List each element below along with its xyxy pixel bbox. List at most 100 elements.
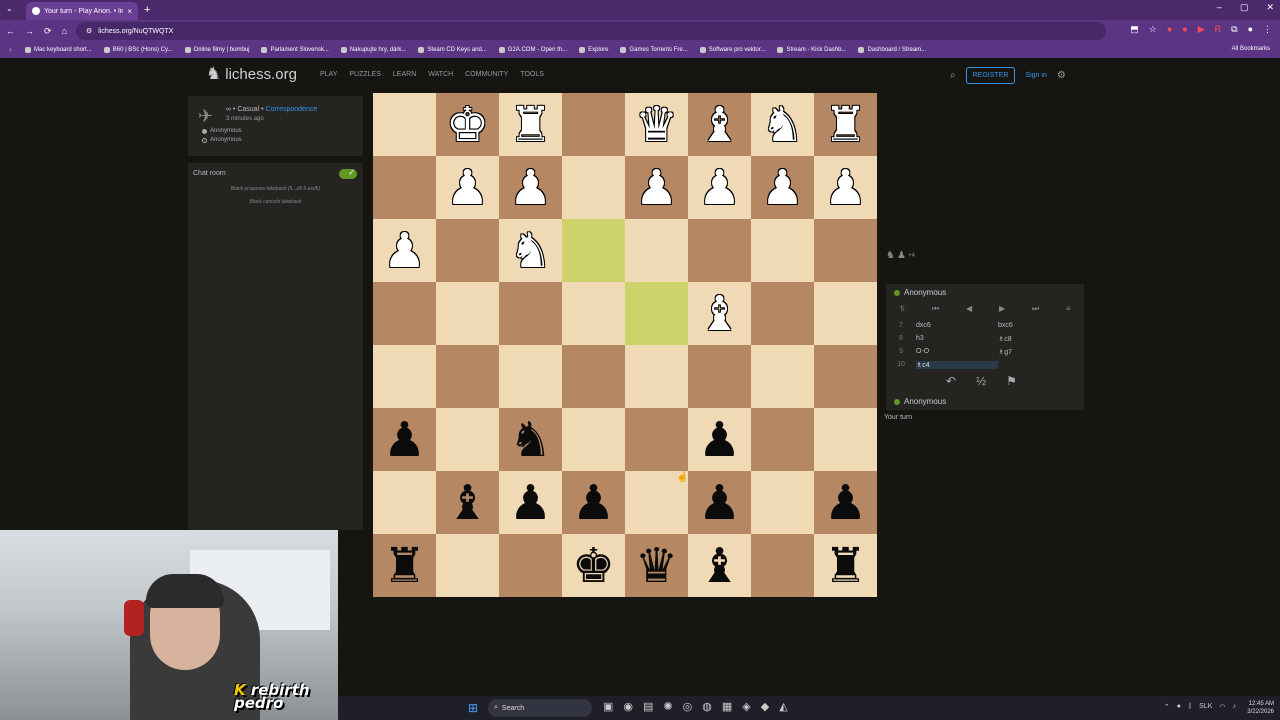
file-explorer-icon[interactable]: ▤ (643, 700, 653, 713)
black-pawn-icon[interactable]: ♟ (509, 479, 552, 527)
close-tab-icon[interactable]: × (127, 7, 132, 16)
home-icon[interactable]: ⌂ (62, 26, 67, 36)
store-icon[interactable]: ▦ (722, 700, 732, 713)
square-d8[interactable]: ♛ (625, 534, 688, 597)
square-b1[interactable]: ♞ (751, 93, 814, 156)
opponent-name[interactable]: Anonymous (894, 288, 946, 297)
move-black[interactable]: bxc6 (998, 322, 1078, 329)
last-move-icon[interactable]: ⏭ (1032, 304, 1039, 318)
square-f2[interactable]: ♟ (499, 156, 562, 219)
new-tab-icon[interactable]: + (144, 4, 150, 16)
square-g1[interactable]: ♚ (436, 93, 499, 156)
browser-tab[interactable]: Your turn - Play Anon. • liches... × (26, 2, 138, 20)
site-logo[interactable]: ♞ lichess.org (206, 64, 297, 84)
game-type-link[interactable]: Correspondence (265, 106, 317, 113)
black-bishop-icon[interactable]: ♝ (446, 479, 489, 527)
move-black[interactable]: ♗c8 (998, 335, 1078, 343)
square-h6[interactable]: ♟ (373, 408, 436, 471)
square-b2[interactable]: ♟ (751, 156, 814, 219)
move-white[interactable]: O-O (916, 348, 998, 355)
nav-tools[interactable]: TOOLS (520, 71, 544, 78)
extension-r-icon[interactable]: R (1215, 24, 1222, 35)
square-f8[interactable] (499, 534, 562, 597)
square-h8[interactable]: ♜ (373, 534, 436, 597)
square-h1[interactable] (373, 93, 436, 156)
square-g7[interactable]: ♝ (436, 471, 499, 534)
menu-icon[interactable]: ≡ (1066, 304, 1071, 318)
bookmark-item[interactable]: Steam CD Keys and... (418, 47, 487, 53)
square-d3[interactable] (625, 219, 688, 282)
square-g6[interactable] (436, 408, 499, 471)
taskbar-clock[interactable]: 12:45 AM 3/22/2026 (1247, 700, 1274, 716)
square-f7[interactable]: ♟ (499, 471, 562, 534)
square-f6[interactable]: ♞ (499, 408, 562, 471)
address-bar[interactable]: ⚙ lichess.org/NuQTWQTX (76, 22, 1106, 40)
square-d6[interactable] (625, 408, 688, 471)
black-rook-icon[interactable]: ♜ (824, 542, 867, 590)
square-f1[interactable]: ♜ (499, 93, 562, 156)
move-white[interactable]: h3 (916, 335, 998, 342)
windows-start-icon[interactable]: ⊞ (468, 701, 478, 715)
chrome-icon[interactable]: ◉ (623, 700, 633, 713)
chatgpt-icon[interactable]: ✺ (663, 700, 672, 713)
player-black[interactable]: Anonymous (202, 137, 242, 143)
square-a3[interactable] (814, 219, 877, 282)
square-e5[interactable] (562, 345, 625, 408)
offer-draw-icon[interactable]: ½ (976, 374, 986, 388)
square-c1[interactable]: ♝ (688, 93, 751, 156)
square-d1[interactable]: ♛ (625, 93, 688, 156)
discord-icon[interactable]: ◈ (742, 700, 750, 713)
bookmark-item[interactable]: Mac keyboard short... (25, 47, 92, 53)
square-b4[interactable] (751, 282, 814, 345)
black-queen-icon[interactable]: ♛ (635, 542, 678, 590)
player-name[interactable]: Anonymous (894, 397, 946, 406)
bookmark-item[interactable]: Dashboard / Stream... (858, 47, 926, 53)
register-button[interactable]: REGISTER (965, 67, 1016, 84)
language-indicator[interactable]: SLK (1199, 703, 1212, 711)
forward-icon[interactable]: → (25, 26, 34, 36)
black-pawn-icon[interactable]: ♟ (572, 479, 615, 527)
tray-app-icon[interactable]: ● (1177, 703, 1181, 711)
square-d5[interactable] (625, 345, 688, 408)
flip-board-icon[interactable]: ⥮ (899, 304, 905, 318)
square-a2[interactable]: ♟ (814, 156, 877, 219)
move-black[interactable]: ♗g7 (998, 348, 1078, 356)
minimize-icon[interactable]: – (1217, 2, 1222, 13)
close-window-icon[interactable]: ✕ (1266, 2, 1274, 13)
black-pawn-icon[interactable]: ♟ (698, 479, 741, 527)
extension-lastpass-icon[interactable]: ● (1182, 24, 1187, 35)
square-b8[interactable] (751, 534, 814, 597)
black-king-icon[interactable]: ♚ (572, 542, 615, 590)
square-a4[interactable] (814, 282, 877, 345)
next-move-icon[interactable]: ▶ (999, 304, 1005, 318)
first-move-icon[interactable]: ⏮ (932, 304, 939, 318)
square-f4[interactable] (499, 282, 562, 345)
chess-board[interactable]: ♚ ♜ ♛ ♝ ♞ ♜ ♟ ♟ ♟ ♟ ♟ ♟ ♟ ♞ ♝ ♟ ♞ ♟ ♝ ♟ ♟ ♟ ♟ ♜ ♚ ♛ ♝ ♜ (373, 93, 877, 597)
square-b5[interactable] (751, 345, 814, 408)
browser-menu-icon[interactable]: ⋮ (1263, 24, 1272, 35)
square-a5[interactable] (814, 345, 877, 408)
volume-icon[interactable]: ♪ (1233, 703, 1237, 711)
square-e3[interactable] (562, 219, 625, 282)
square-a7[interactable]: ♟ (814, 471, 877, 534)
square-e8[interactable]: ♚ (562, 534, 625, 597)
bookmark-item[interactable]: Nakupujte hry, dárk... (340, 47, 406, 53)
app-icon[interactable]: ◆ (761, 700, 769, 713)
resign-flag-icon[interactable]: ⚑ (1006, 374, 1017, 388)
black-knight-icon[interactable]: ♞ (509, 416, 552, 464)
takeback-icon[interactable]: ↶ (946, 374, 956, 388)
square-g3[interactable] (436, 219, 499, 282)
square-c4[interactable]: ♝ (688, 282, 751, 345)
player-white[interactable]: Anonymous (202, 128, 242, 134)
black-pawn-icon[interactable]: ♟ (383, 416, 426, 464)
bookmark-item[interactable]: Stream - Kick Dashb... (777, 47, 846, 53)
black-pawn-icon[interactable]: ♟ (824, 479, 867, 527)
square-c8[interactable]: ♝ (688, 534, 751, 597)
square-h4[interactable] (373, 282, 436, 345)
tab-search-icon[interactable]: ⌄ (6, 4, 13, 13)
extension-red-icon[interactable]: ● (1167, 24, 1172, 35)
profile-avatar[interactable]: ● (1248, 24, 1253, 35)
black-pawn-icon[interactable]: ♟ (698, 416, 741, 464)
square-g2[interactable]: ♟ (436, 156, 499, 219)
black-rook-icon[interactable]: ♜ (383, 542, 426, 590)
